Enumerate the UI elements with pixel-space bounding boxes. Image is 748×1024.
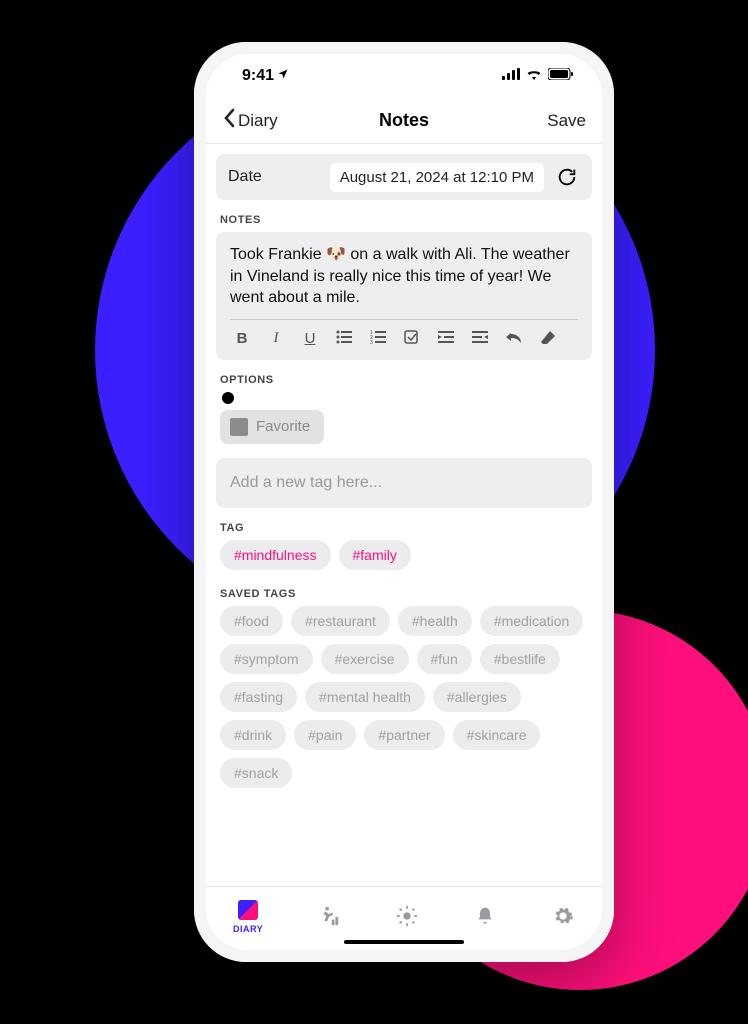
phone-frame: 9:41 Dia xyxy=(194,42,614,962)
notes-text[interactable]: Took Frankie 🐶 on a walk with Ali. The w… xyxy=(230,244,578,320)
page-title: Notes xyxy=(379,110,429,131)
tag-pill[interactable]: #snack xyxy=(220,758,292,788)
back-label: Diary xyxy=(238,111,278,131)
date-label: Date xyxy=(228,168,262,186)
location-arrow-icon xyxy=(277,67,289,85)
saved-tags-section-label: SAVED TAGS xyxy=(206,574,602,606)
notes-section-label: NOTES xyxy=(206,200,602,232)
tag-pill[interactable]: #food xyxy=(220,606,283,636)
activity-icon xyxy=(317,904,341,928)
tag-pill[interactable]: #allergies xyxy=(433,682,521,712)
save-button[interactable]: Save xyxy=(547,111,586,131)
content-area: Date August 21, 2024 at 12:10 PM NOTES T… xyxy=(206,144,602,886)
tag-pill[interactable]: #partner xyxy=(364,720,444,750)
tag-pill[interactable]: #family xyxy=(339,540,411,570)
gear-icon xyxy=(551,904,575,928)
tag-pill[interactable]: #health xyxy=(398,606,472,636)
sun-icon xyxy=(395,904,419,928)
numbered-list-icon[interactable]: 123 xyxy=(368,330,388,348)
chevron-left-icon xyxy=(222,108,236,133)
active-tags: #mindfulness #family xyxy=(206,540,602,574)
notes-editor[interactable]: Took Frankie 🐶 on a walk with Ali. The w… xyxy=(216,232,592,360)
favorite-toggle[interactable]: Favorite xyxy=(220,410,324,444)
tag-pill[interactable]: #symptom xyxy=(220,644,313,674)
tab-weather[interactable] xyxy=(395,904,419,928)
italic-icon[interactable]: I xyxy=(266,330,286,348)
date-picker[interactable]: August 21, 2024 at 12:10 PM xyxy=(330,163,544,192)
cellular-icon xyxy=(502,67,520,85)
tab-settings[interactable] xyxy=(551,904,575,928)
bullet-list-icon[interactable] xyxy=(334,330,354,348)
underline-icon[interactable]: U xyxy=(300,330,320,348)
option-check-icon xyxy=(222,392,234,404)
options-section-label: OPTIONS xyxy=(206,360,602,392)
tag-pill[interactable]: #fasting xyxy=(220,682,297,712)
saved-tags: #food #restaurant #health #medication #sympt… xyxy=(206,606,602,792)
home-indicator[interactable] xyxy=(344,940,464,944)
bell-icon xyxy=(473,904,497,928)
tag-pill[interactable]: #bestlife xyxy=(480,644,560,674)
undo-icon[interactable] xyxy=(504,330,524,348)
tab-diary-label: DIARY xyxy=(233,924,263,934)
tag-section-label: TAG xyxy=(206,508,602,540)
wifi-icon xyxy=(526,67,542,85)
date-row: Date August 21, 2024 at 12:10 PM xyxy=(216,154,592,200)
tab-notifications[interactable] xyxy=(473,904,497,928)
eraser-icon[interactable] xyxy=(538,330,558,348)
outdent-icon[interactable] xyxy=(470,330,490,348)
bold-icon[interactable]: B xyxy=(232,330,252,348)
tag-pill[interactable]: #pain xyxy=(294,720,356,750)
favorite-label: Favorite xyxy=(256,418,310,435)
tag-pill[interactable]: #medication xyxy=(480,606,584,636)
tag-pill[interactable]: #exercise xyxy=(321,644,409,674)
back-button[interactable]: Diary xyxy=(222,108,278,133)
svg-text:3: 3 xyxy=(370,340,373,344)
status-time: 9:41 xyxy=(242,67,274,85)
indent-icon[interactable] xyxy=(436,330,456,348)
format-toolbar: B I U 123 xyxy=(230,320,578,352)
tag-pill[interactable]: #mental health xyxy=(305,682,425,712)
tag-input[interactable]: Add a new tag here... xyxy=(216,458,592,508)
refresh-button[interactable] xyxy=(554,164,580,190)
checklist-icon[interactable] xyxy=(402,330,422,348)
tag-pill[interactable]: #drink xyxy=(220,720,286,750)
tag-pill[interactable]: #fun xyxy=(417,644,472,674)
nav-bar: Diary Notes Save xyxy=(206,98,602,144)
tab-diary[interactable]: DIARY xyxy=(233,898,263,934)
tab-activity[interactable] xyxy=(317,904,341,928)
screen: 9:41 Dia xyxy=(206,54,602,950)
diary-icon xyxy=(238,900,258,920)
tag-pill[interactable]: #skincare xyxy=(453,720,541,750)
status-bar: 9:41 xyxy=(206,54,602,98)
tag-pill[interactable]: #mindfulness xyxy=(220,540,331,570)
tag-pill[interactable]: #restaurant xyxy=(291,606,390,636)
bookmark-icon xyxy=(230,418,248,436)
battery-icon xyxy=(548,67,574,85)
